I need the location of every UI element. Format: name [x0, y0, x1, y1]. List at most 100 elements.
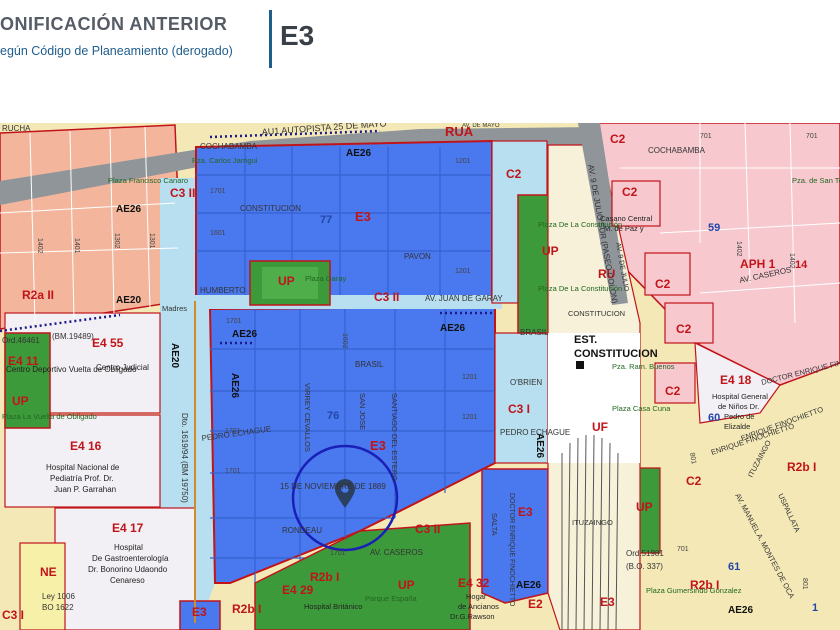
street-obrien: O'BRIEN [510, 378, 542, 387]
label-bm19489: (BM.19489) [52, 332, 94, 341]
lot-number: 1701 [225, 468, 241, 475]
label-ae26-b: AE26 [346, 148, 371, 159]
label-c3i-bottom-left: C3 I [2, 608, 24, 622]
label-dto-decree: Dto. 1619/94 (BM 19750) [180, 413, 189, 503]
street-madres: Madres [162, 304, 187, 313]
station-label-constitucion: CONSTITUCION [574, 348, 658, 360]
label-r2bi-b: R2b I [232, 602, 261, 616]
label-e4-18: E4 18 [720, 373, 752, 387]
label-c3ii-top: C3 II [170, 186, 195, 200]
label-e3-east: E3 [518, 505, 533, 519]
station-label-est: EST. [574, 334, 597, 346]
lot-number: 1401 [73, 238, 80, 254]
label-r2aii: R2a II [22, 288, 54, 302]
lot-number: 1701 [210, 188, 226, 195]
lot-number: 801 [801, 578, 808, 590]
lot-number: 1601 [210, 230, 226, 237]
place-plaza-constitucion-b: Plaza De La Constitución [538, 284, 622, 293]
label-ord51981: Ord.51981 [626, 549, 664, 558]
place-plaza-garay: Plaza Garay [305, 274, 347, 283]
street-caseros: AV. CASEROS [370, 548, 423, 557]
street-pavon: PAVON [404, 252, 431, 261]
label-ae20-b: AE20 [169, 343, 180, 368]
label-bo1622: BO 1622 [42, 603, 74, 612]
header-title: ONIFICACIÓN ANTERIOR [0, 14, 228, 34]
place-hospital-gastro-1: Hospital [114, 543, 143, 552]
label-ae26-g: AE26 [229, 373, 240, 398]
label-ae26-a: AE26 [116, 204, 141, 215]
block-1: 1 [812, 602, 818, 614]
place-parque-espana: Parque España [365, 594, 418, 603]
label-ae26-f: AE26 [728, 605, 753, 616]
label-uf: UF [592, 420, 608, 434]
street-humberto: HUMBERTO [200, 286, 246, 295]
street-de-mayo: AV. DE MAYO [462, 123, 500, 129]
label-r2bi-a: R2b I [310, 570, 339, 584]
label-ae26-c: AE26 [232, 329, 257, 340]
place-hogar-2: de Ancianos [458, 602, 499, 611]
header-zone-code: E3 [280, 20, 315, 51]
street-salta: SALTA [490, 513, 499, 536]
label-e3-bottom: E3 [192, 605, 207, 619]
label-ae26-d: AE26 [440, 323, 465, 334]
place-plaza-san-telmo: Pza. de San Telmo [792, 176, 840, 185]
lot-number: 1201 [462, 414, 478, 421]
zoning-map[interactable]: RUA E3 E3 E3 E3 E3 C2 C2 C2 C2 C2 C2 C2 … [0, 123, 840, 630]
zone-ne-area [19, 542, 66, 630]
lot-number: 1402 [788, 253, 795, 269]
street-garay: AV. JUAN DE GARAY [425, 294, 503, 303]
place-hospital-pedro-4: Elizalde [724, 422, 750, 431]
label-c2-d: C2 [655, 277, 671, 291]
block-76: 76 [327, 410, 339, 422]
label-e3-main: E3 [355, 209, 371, 224]
lot-number: 1602 [341, 333, 348, 349]
place-hospital-gastro-4: Cenareso [110, 576, 145, 585]
street-ituzaingo: ITUZAINGO [572, 518, 613, 527]
label-bo337: (B.O. 337) [626, 562, 663, 571]
place-hospital-pedro-1: Hospital General [712, 392, 768, 401]
street-cochabamba-right: COCHABAMBA [648, 146, 706, 155]
place-hogar-3: Dr.G.Rawson [450, 612, 495, 621]
street-santiago: SANTIAGO DEL ESTERO [390, 393, 399, 481]
label-e4-55: E4 55 [92, 336, 124, 350]
street-15-noviembre: 15 DE NOVIEMBRE DE 1889 [280, 482, 386, 491]
label-r2bi-d: R2b I [787, 460, 816, 474]
place-hospital-pedro-2: de Niños Dr. [718, 402, 759, 411]
block-77: 77 [320, 214, 332, 226]
street-pedro-echague-right: PEDRO ECHAGUE [500, 428, 570, 437]
subway-station-icon [576, 361, 584, 369]
street-brasil-right: BRASIL [520, 328, 549, 337]
place-mercado-central: Casano Central [600, 214, 652, 223]
label-ley1006: Ley 1006 [42, 592, 75, 601]
label-e4-32: E4 32 [458, 576, 490, 590]
place-metro-paz: M. de Paz y [604, 224, 644, 233]
label-aph-14: 14 [795, 259, 808, 271]
label-e4-29: E4 29 [282, 583, 314, 597]
zoning-header: ONIFICACIÓN ANTERIOR egún Código de Plan… [0, 0, 840, 123]
label-c3ii-bottom: C3 II [415, 522, 440, 536]
label-ne: NE [40, 565, 57, 579]
label-c3i: C3 I [508, 402, 530, 416]
zoning-map-svg[interactable]: RUA E3 E3 E3 E3 E3 C2 C2 C2 C2 C2 C2 C2 … [0, 123, 840, 630]
lot-number: 1701 [330, 550, 346, 557]
place-centro-judicial: Centro Judicial [96, 363, 149, 372]
street-san-jose: SAN JOSE [358, 393, 367, 430]
lot-number: 701 [806, 133, 818, 140]
place-hospital-britanico: Hospital Británico [304, 602, 362, 611]
header-divider [269, 10, 272, 68]
label-up-constitucion: UP [542, 244, 559, 258]
lot-number: 1301 [148, 233, 155, 249]
label-ord46461: Ord.46461 [2, 336, 40, 345]
label-up-left: UP [12, 394, 29, 408]
label-up-right: UP [636, 500, 653, 514]
label-c2-b: C2 [610, 132, 626, 146]
lot-number: 1201 [462, 374, 478, 381]
lot-number: 701 [700, 133, 712, 140]
street-doctor-finochietto-south: DOCTOR ENRIQUE FINOCHIETTO [508, 493, 515, 607]
lot-number: 1701 [226, 318, 242, 325]
street-rucha: RUCHA [2, 124, 31, 133]
block-61: 61 [728, 561, 740, 573]
lot-number: 1701 [225, 428, 241, 435]
lot-number: 1302 [113, 233, 120, 249]
label-ae26-e: AE26 [516, 580, 541, 591]
